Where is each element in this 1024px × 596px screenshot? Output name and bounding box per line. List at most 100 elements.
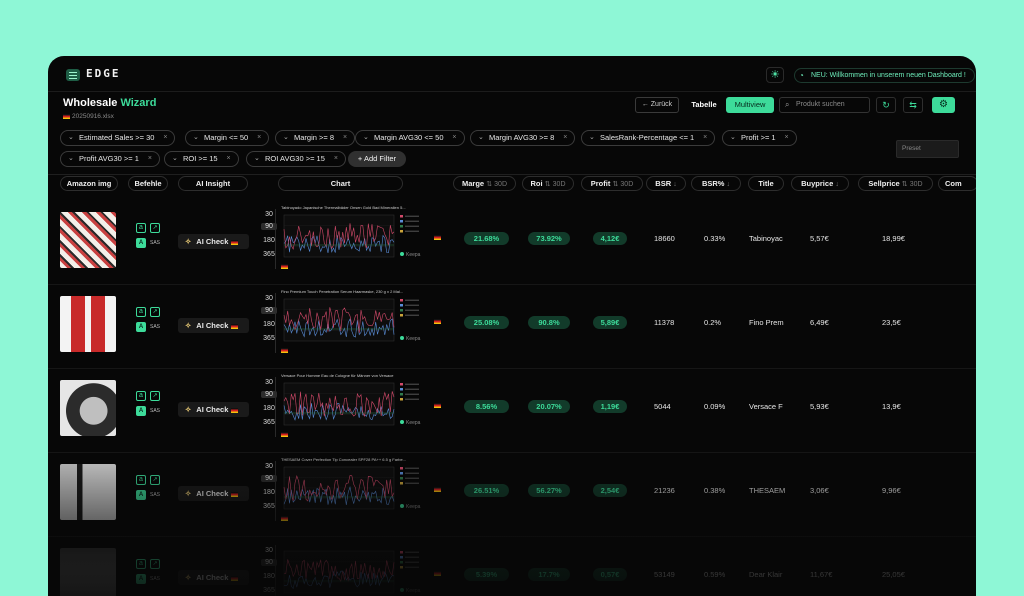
external-link-icon[interactable]: ↗: [150, 307, 160, 317]
seller-amp-icon[interactable]: A: [136, 406, 146, 416]
ai-check-button[interactable]: ✧ AI Check: [178, 402, 249, 417]
refresh-icon: ↻: [882, 100, 890, 110]
close-icon[interactable]: ×: [148, 152, 152, 166]
external-link-icon[interactable]: ↗: [150, 223, 160, 233]
ai-check-button[interactable]: ✧ AI Check: [178, 318, 249, 333]
filter-chip[interactable]: ⌄ Profit >= 1 ×: [722, 130, 797, 146]
column-header-chart[interactable]: Chart: [278, 176, 403, 191]
de-flag-icon: [230, 491, 238, 497]
column-header-sellprice[interactable]: Sellprice ⇅ 30D: [858, 176, 933, 191]
legend-swatch: [400, 388, 403, 391]
filter-chip[interactable]: ⌄ ROI >= 15 ×: [164, 151, 239, 167]
announcement-banner[interactable]: ◔ NEU: Willkommen in unserem neuen Dashb…: [794, 68, 975, 83]
legend-text: [405, 482, 419, 484]
external-link-icon[interactable]: ↗: [150, 475, 160, 485]
legend-text: [405, 304, 419, 306]
price-history-chart[interactable]: Versace Pour Homme Eau de Cologne für Mä…: [278, 373, 438, 447]
divider: [275, 545, 276, 596]
column-header-title[interactable]: Title: [748, 176, 784, 191]
column-header-profit[interactable]: Profit ⇅ 30D: [581, 176, 643, 191]
price-history-chart[interactable]: THESAEM Cover Perfection Tip Concealer S…: [278, 457, 438, 531]
ai-check-button[interactable]: ✧ AI Check: [178, 570, 249, 585]
ai-check-button[interactable]: ✧ AI Check: [178, 486, 249, 501]
filter-chip[interactable]: ⌄ Margin >= 8 ×: [275, 130, 356, 146]
price-history-chart[interactable]: Tabinoyado Japanische Thermalbäder Onsen…: [278, 205, 438, 279]
external-link-icon[interactable]: ↗: [150, 559, 160, 569]
product-image[interactable]: [60, 464, 116, 520]
filter-chip[interactable]: ⌄ Profit AVG30 >= 1 ×: [60, 151, 160, 167]
filter-chip[interactable]: ⌄ Margin <= 50 ×: [185, 130, 270, 146]
close-icon[interactable]: ×: [163, 131, 167, 145]
seller-amp-icon[interactable]: A: [136, 238, 146, 248]
sas-label: SAS: [150, 576, 161, 582]
amazon-icon[interactable]: a: [136, 307, 146, 317]
table-row[interactable]: a ↗ A SAS ✧ AI Check 30 90 180 365 Versac…: [48, 369, 976, 453]
title-value: Dear Klair: [749, 570, 783, 579]
chevron-down-icon: ⌄: [363, 134, 369, 141]
close-icon[interactable]: ×: [227, 152, 231, 166]
keepa-label: Keepa: [400, 420, 420, 426]
marge-value: 25.08%: [464, 316, 509, 329]
close-icon[interactable]: ×: [257, 131, 261, 145]
filter-settings-button[interactable]: ⇆: [903, 97, 923, 113]
filter-chip[interactable]: ⌄ ROI AVG30 >= 15 ×: [246, 151, 346, 167]
product-image[interactable]: [60, 548, 116, 596]
view-table-button[interactable]: Tabelle: [684, 97, 724, 113]
close-icon[interactable]: ×: [452, 131, 456, 145]
refresh-button[interactable]: ↻: [876, 97, 896, 113]
column-header-ai-insight[interactable]: AI Insight: [178, 176, 248, 191]
amazon-icon[interactable]: a: [136, 559, 146, 569]
table-row[interactable]: a ↗ A SAS ✧ AI Check 30 90 180 365 Keepa …: [48, 537, 976, 596]
table-row[interactable]: a ↗ A SAS ✧ AI Check 30 90 180 365 Fino P…: [48, 285, 976, 369]
filter-chip[interactable]: ⌄ Margin AVG30 <= 50 ×: [355, 130, 465, 146]
close-icon[interactable]: ×: [785, 131, 789, 145]
ai-check-button[interactable]: ✧ AI Check: [178, 234, 249, 249]
legend-text: [405, 467, 419, 469]
seller-amp-icon[interactable]: A: [136, 322, 146, 332]
close-icon[interactable]: ×: [703, 131, 707, 145]
column-header-amazon-img[interactable]: Amazon img: [60, 176, 118, 191]
table-row[interactable]: a ↗ A SAS ✧ AI Check 30 90 180 365 Tabino…: [48, 201, 976, 285]
column-header-marge[interactable]: Marge ⇅ 30D: [453, 176, 516, 191]
filter-chip[interactable]: ⌄ SalesRank-Percentage <= 1 ×: [581, 130, 716, 146]
seller-amp-icon[interactable]: A: [136, 574, 146, 584]
column-header-buyprice[interactable]: Buyprice ↓: [791, 176, 849, 191]
column-header-bsr[interactable]: BSR ↓: [646, 176, 686, 191]
amazon-icon[interactable]: a: [136, 475, 146, 485]
sort-icon: ⇅: [612, 181, 619, 188]
sun-icon[interactable]: ☀: [766, 67, 784, 83]
marge-value: 26.51%: [464, 484, 509, 497]
de-flag-icon: [281, 348, 288, 353]
menu-icon[interactable]: [66, 69, 80, 81]
column-header-befehle[interactable]: Befehle: [128, 176, 168, 191]
add-filter-button[interactable]: + Add Filter: [348, 151, 406, 167]
column-header-bsr-pct[interactable]: BSR% ↓: [691, 176, 741, 191]
view-multiview-button[interactable]: Multiview: [726, 97, 774, 113]
product-image[interactable]: [60, 380, 116, 436]
price-history-chart[interactable]: Fino Premium Touch Penetration Serum Haa…: [278, 289, 438, 363]
title-value: Fino Prem: [749, 318, 784, 327]
filter-chip[interactable]: ⌄ Margin AVG30 >= 8 ×: [470, 130, 576, 146]
external-link-icon[interactable]: ↗: [150, 391, 160, 401]
back-button[interactable]: ← Zurück: [635, 97, 679, 113]
legend-swatch: [400, 556, 403, 559]
sort-icon: ⇅: [544, 181, 551, 188]
close-icon[interactable]: ×: [334, 152, 338, 166]
close-icon[interactable]: ×: [563, 131, 567, 145]
product-image[interactable]: [60, 296, 116, 352]
close-icon[interactable]: ×: [343, 131, 347, 145]
profit-value: 2,54€: [593, 484, 627, 497]
seller-amp-icon[interactable]: A: [136, 490, 146, 500]
table-row[interactable]: a ↗ A SAS ✧ AI Check 30 90 180 365 THESAE…: [48, 453, 976, 537]
de-flag-icon: [434, 487, 441, 492]
filter-chip[interactable]: ⌄ Estimated Sales >= 30 ×: [60, 130, 176, 146]
search-input[interactable]: ⌕ Produkt suchen: [779, 97, 870, 113]
amazon-icon[interactable]: a: [136, 223, 146, 233]
settings-button[interactable]: ⚙: [932, 97, 955, 113]
product-image[interactable]: [60, 212, 116, 268]
legend-swatch: [400, 220, 403, 223]
column-header-com[interactable]: Com: [938, 176, 976, 191]
amazon-icon[interactable]: a: [136, 391, 146, 401]
preset-select[interactable]: Preset: [896, 140, 959, 158]
column-header-roi[interactable]: Roi ⇅ 30D: [522, 176, 574, 191]
